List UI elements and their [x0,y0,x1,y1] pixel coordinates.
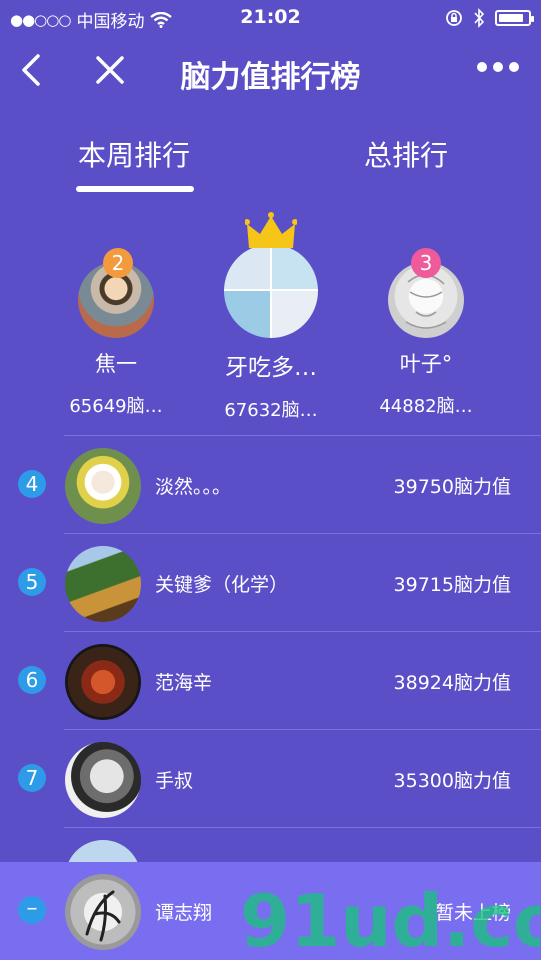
player-score: 39750脑力值 [393,476,511,498]
podium-rank-3[interactable]: 3 叶子° 44882脑… [368,248,484,418]
top-three-podium: 2 焦一 65649脑… 牙吃多… 67632脑… 3 叶子° 44882脑… [0,210,541,430]
status-right [445,8,534,28]
player-name: 淡然。。。 [155,476,232,498]
tab-bar: 本周排行 总排行 [0,130,541,200]
more-dot [509,62,519,72]
player-name: 范海辛 [155,672,213,694]
ranking-row[interactable]: 4 淡然。。。 39750脑力值 [0,436,541,534]
my-rank-badge: – [18,896,46,924]
avatar [65,546,141,622]
podium-name: 叶子° [399,352,453,376]
more-dot [477,62,487,72]
player-name: 关键爹（化学） [155,574,289,596]
rank-badge: 6 [18,666,46,694]
crown-icon [245,212,297,248]
ranking-row[interactable]: 6 范海辛 38924脑力值 [0,632,541,730]
rank-badge: 3 [411,248,441,278]
ranking-row[interactable]: 5 关键爹（化学） 39715脑力值 [0,534,541,632]
tab-overall[interactable]: 总排行 [364,134,448,174]
player-score: 38924脑力值 [393,672,511,694]
avatar [224,244,318,338]
podium-score: 65649脑… [69,396,163,417]
orientation-lock-icon [446,10,462,26]
my-avatar [65,874,141,950]
player-score: 39715脑力值 [393,574,511,596]
rank-badge: 7 [18,764,46,792]
podium-name: 牙吃多… [225,355,317,381]
nav-bar: 脑力值排行榜 [0,40,541,104]
battery-fill [499,14,523,22]
podium-score: 44882脑… [379,396,473,417]
watermark-text: 91ud.com [240,880,540,960]
active-tab-indicator [76,186,194,192]
more-dot [493,62,503,72]
avatar [65,448,141,524]
avatar-divider [270,244,272,338]
rank-number: 2 [111,251,125,275]
podium-rank-1[interactable]: 牙吃多… 67632脑… [205,210,337,422]
rank-badge: 4 [18,470,46,498]
player-name: 手叔 [155,770,194,792]
rank-badge: 2 [103,248,133,278]
ranking-row[interactable]: 7 手叔 35300脑力值 [0,730,541,828]
site-watermark: 91ud.com [240,880,540,960]
rank-number: 3 [419,251,433,275]
rank-badge: 5 [18,568,46,596]
more-icon[interactable] [477,62,519,72]
podium-rank-2[interactable]: 2 焦一 65649脑… [58,248,174,418]
my-name: 谭志翔 [155,902,213,924]
calligraphy-art [85,890,121,942]
tab-weekly[interactable]: 本周排行 [78,134,190,174]
podium-name: 焦一 [95,352,137,376]
avatar [65,742,141,818]
page-title: 脑力值排行榜 [180,60,361,95]
player-score: 35300脑力值 [393,770,511,792]
podium-score: 67632脑… [224,400,318,421]
status-bar: ●●○○○ 中国移动 21:02 [0,0,541,36]
bluetooth-icon [474,8,485,28]
battery-icon [495,10,534,26]
avatar [65,644,141,720]
